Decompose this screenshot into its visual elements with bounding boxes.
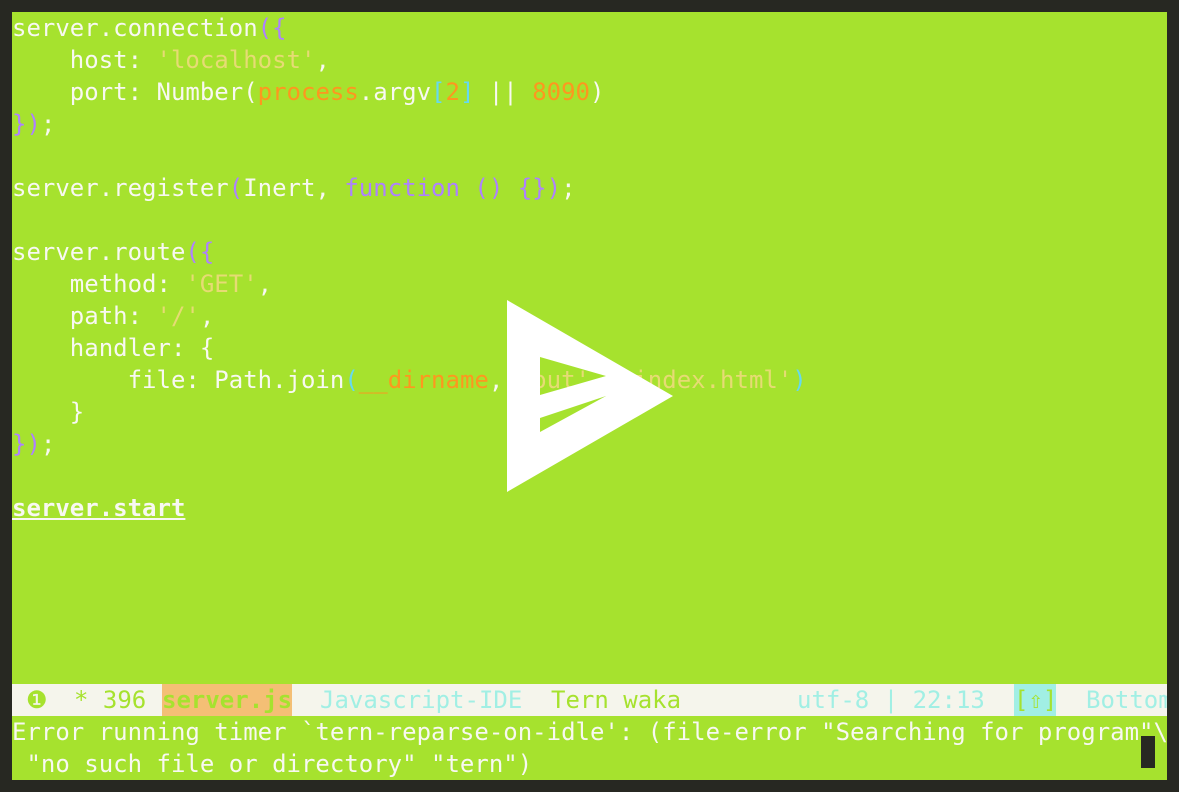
code-line[interactable]: server.start	[12, 492, 185, 524]
code-token: 8090	[532, 78, 590, 106]
code-token: path:	[12, 302, 157, 330]
scroll-position: Bottom	[1086, 686, 1167, 714]
code-token: ||	[474, 78, 533, 106]
code-token: ({	[257, 14, 287, 42]
code-token: })	[12, 110, 41, 138]
code-token: ,	[257, 270, 273, 298]
code-token: )	[590, 78, 605, 106]
code-line[interactable]: file: Path.join(__dirname, 'out', 'index…	[12, 364, 807, 396]
encoding-position: utf-8 | 22:13	[797, 686, 985, 714]
code-token: .argv	[358, 78, 432, 106]
code-token: [	[431, 78, 446, 106]
code-token: __dirname	[358, 366, 489, 394]
code-line[interactable]: }	[12, 396, 84, 428]
code-token: port: Number(	[12, 78, 258, 106]
buffer-filename[interactable]: server.js	[162, 684, 292, 716]
echo-message-line-2: "no such file or directory" "tern")	[12, 750, 533, 778]
code-token: () {}	[459, 174, 547, 202]
code-line[interactable]: });	[12, 428, 55, 460]
code-line[interactable]: server.route({	[12, 236, 214, 268]
echo-message-line-1: Error running timer `tern-reparse-on-idl…	[12, 718, 1167, 746]
code-token: Inert,	[243, 174, 345, 202]
code-token: )	[792, 366, 807, 394]
code-token: handler: {	[12, 334, 215, 362]
code-token: ,	[199, 302, 215, 330]
code-token: file: Path.join	[12, 366, 345, 394]
code-token: server.route	[12, 238, 186, 266]
code-line[interactable]: });	[12, 108, 55, 140]
indicator-badge: [⇧]	[1014, 684, 1058, 716]
code-token: }	[12, 398, 85, 426]
code-token: server.start	[12, 494, 186, 522]
code-line[interactable]: path: '/',	[12, 300, 215, 332]
code-token: ,	[315, 46, 330, 74]
code-token: 'GET'	[185, 270, 258, 298]
code-line[interactable]: server.register(Inert, function () {});	[12, 172, 576, 204]
code-token: })	[12, 430, 41, 458]
code-token: ]	[459, 78, 475, 106]
code-token: ;	[40, 110, 56, 138]
code-token: method:	[12, 270, 186, 298]
buffer-modified-size: * 396	[74, 686, 147, 714]
code-token: '/'	[156, 302, 200, 330]
code-token: host:	[12, 46, 157, 74]
code-token: server.register	[12, 174, 229, 202]
code-token: function	[344, 174, 460, 202]
code-token: ({	[185, 238, 215, 266]
code-token: (	[228, 174, 244, 202]
code-line[interactable]: port: Number(process.argv[2] || 8090)	[12, 76, 605, 108]
minor-modes[interactable]: Tern waka	[551, 684, 681, 716]
code-token: ;	[561, 174, 576, 202]
code-line[interactable]: server.connection({	[12, 12, 287, 44]
code-token: 'localhost'	[156, 46, 316, 74]
code-line[interactable]: handler: {	[12, 332, 215, 364]
code-token: (	[344, 366, 359, 394]
code-line[interactable]: host: 'localhost',	[12, 44, 330, 76]
major-mode[interactable]: Javascript-IDE	[320, 684, 522, 716]
code-token: ;	[40, 430, 56, 458]
code-token: )	[546, 174, 562, 202]
code-line[interactable]: method: 'GET',	[12, 268, 272, 300]
code-token: 2	[445, 78, 460, 106]
code-token: process	[257, 78, 359, 106]
code-token: server.connection	[12, 14, 258, 42]
mode-line: ❶ * 396 server.js Javascript-IDE Tern wa…	[12, 684, 1167, 716]
echo-area: Error running timer `tern-reparse-on-idl…	[12, 716, 1167, 780]
play-logo-icon[interactable]	[507, 300, 673, 492]
echo-area-edge	[1141, 736, 1155, 768]
window-number: ❶	[26, 686, 48, 714]
